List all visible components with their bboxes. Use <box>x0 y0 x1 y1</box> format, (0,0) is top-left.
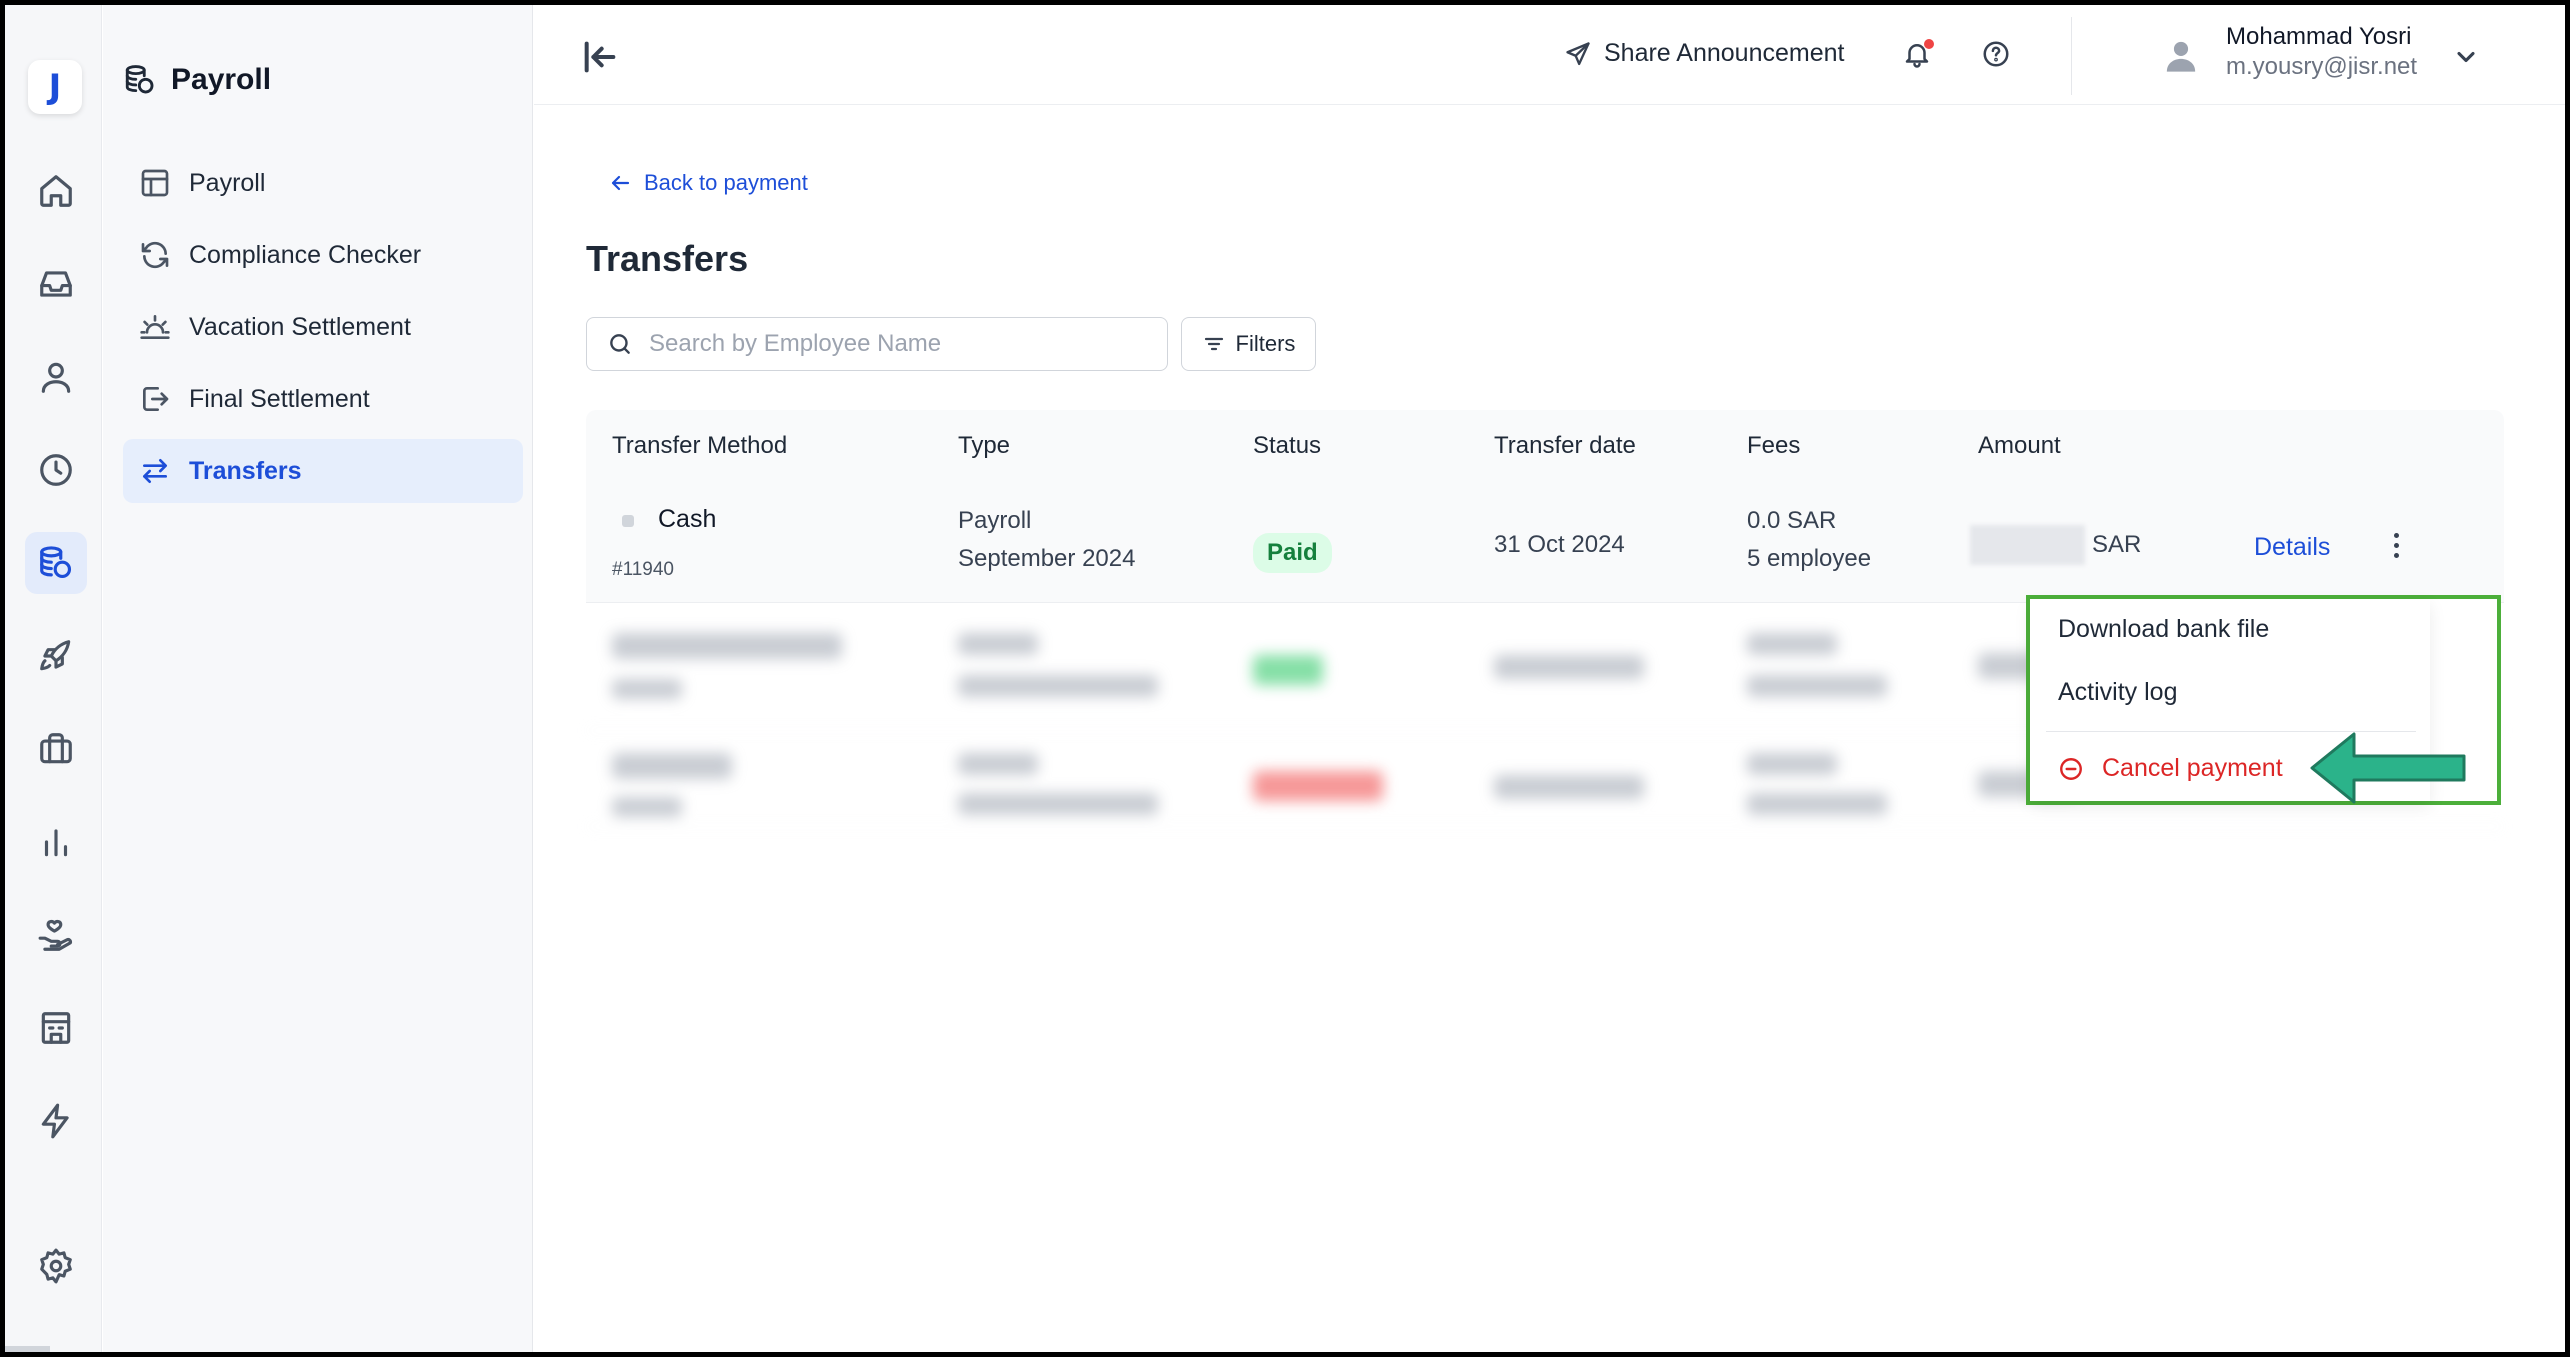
user-email: m.yousry@jisr.net <box>2226 53 2418 80</box>
more-options-button[interactable] <box>2386 527 2406 563</box>
sidebar-item-transfers[interactable]: Transfers <box>123 439 523 503</box>
sidebar-item-label: Compliance Checker <box>189 240 422 269</box>
top-bar: Share Announcement Mohammad Yosri m.yous… <box>534 5 2565 105</box>
sidebar-item-final-settlement[interactable]: Final Settlement <box>123 367 523 431</box>
collapse-left-icon <box>584 41 616 73</box>
sidebar-item-vacation-settlement[interactable]: Vacation Settlement <box>123 295 523 359</box>
logout-icon <box>143 387 169 411</box>
sidebar-item-label: Transfers <box>189 456 302 485</box>
topbar-divider <box>2071 17 2072 95</box>
logo-letter: J <box>48 67 62 107</box>
cash-icon <box>622 515 634 527</box>
chevron-down-icon <box>2457 51 2475 63</box>
arrow-left-icon <box>611 175 630 191</box>
search-input[interactable] <box>649 330 1129 358</box>
back-label: Back to payment <box>644 170 808 195</box>
back-to-payment-link[interactable]: Back to payment <box>608 170 808 196</box>
sunrise-icon <box>140 315 170 339</box>
filter-icon <box>1204 337 1223 351</box>
annotation-arrow-icon <box>2310 732 2466 804</box>
transfer-id: #11940 <box>612 559 674 580</box>
table-row[interactable]: Cash #11940 Payroll September 2024 Paid … <box>586 485 2504 603</box>
payroll-icon <box>125 65 154 94</box>
minus-circle-icon <box>2060 757 2082 780</box>
search-icon <box>610 334 630 354</box>
user-avatar-icon <box>2166 41 2196 72</box>
column-header: Fees <box>1747 432 1801 459</box>
column-header: Transfer date <box>1494 432 1636 459</box>
settings-icon[interactable] <box>25 1235 87 1297</box>
page-title: Transfers <box>586 238 749 279</box>
sidebar-item-label: Vacation Settlement <box>189 312 411 341</box>
type-name: Payroll <box>958 507 1032 534</box>
user-avatar[interactable] <box>2164 39 2198 73</box>
help-button[interactable] <box>1981 39 2013 71</box>
transfer-fees: 0.0 SAR 5 employee <box>1747 507 1871 573</box>
share-announcement-button[interactable]: Share Announcement <box>1564 39 1844 68</box>
bar-chart-icon[interactable] <box>25 811 87 873</box>
home-icon[interactable] <box>25 160 87 222</box>
column-header: Type <box>958 432 1011 459</box>
clock-icon[interactable] <box>25 439 87 501</box>
icon-rail: J <box>5 5 102 1352</box>
hand-heart-icon[interactable] <box>25 904 87 966</box>
table-icon <box>141 169 169 197</box>
fees-employees: 5 employee <box>1747 545 1872 572</box>
sidebar-title: Payroll <box>171 63 272 96</box>
cancel-payment-label: Cancel payment <box>2102 754 2283 782</box>
sidebar-item-label: Final Settlement <box>189 384 370 413</box>
kebab-icon <box>2393 532 2399 538</box>
transfer-date: 31 Oct 2024 <box>1494 531 1625 558</box>
table-header: Transfer Method Type Status Transfer dat… <box>586 410 2504 485</box>
amount-currency: SAR <box>2092 531 2142 558</box>
type-period: September 2024 <box>958 545 1136 572</box>
sidebar-item-payroll[interactable]: Payroll <box>123 151 523 215</box>
sidebar-item-label: Payroll <box>189 168 266 197</box>
inbox-icon[interactable] <box>25 253 87 315</box>
filters-label: Filters <box>1235 331 1296 356</box>
help-circle-icon <box>1983 41 2009 67</box>
app-logo[interactable]: J <box>28 60 82 114</box>
transfer-icon <box>143 459 167 483</box>
menu-item-cancel-payment[interactable]: Cancel payment <box>2058 754 2283 783</box>
share-announcement-label: Share Announcement <box>1604 39 1845 67</box>
menu-item-download-bank-file[interactable]: Download bank file <box>2058 615 2269 644</box>
column-header: Amount <box>1978 432 2061 459</box>
notifications-button[interactable] <box>1902 39 1934 71</box>
details-link[interactable]: Details <box>2254 533 2330 562</box>
filters-button[interactable]: Filters <box>1181 317 1316 371</box>
sidebar-item-compliance-checker[interactable]: Compliance Checker <box>123 223 523 287</box>
payroll-sidebar: Payroll Payroll Compliance Checker Vacat… <box>103 5 533 1352</box>
column-header: Transfer Method <box>612 432 788 459</box>
user-icon[interactable] <box>25 346 87 408</box>
rocket-icon[interactable] <box>25 625 87 687</box>
send-icon <box>1566 41 1590 65</box>
notification-dot <box>1924 39 1934 49</box>
search-field[interactable] <box>586 317 1168 371</box>
refresh-icon <box>141 241 169 269</box>
menu-item-activity-log[interactable]: Activity log <box>2058 678 2177 707</box>
fees-amount: 0.0 SAR <box>1747 507 1837 534</box>
briefcase-icon[interactable] <box>25 718 87 780</box>
status-badge: Paid <box>1253 533 1332 573</box>
column-header: Status <box>1253 432 1322 459</box>
sidebar-header: Payroll <box>123 63 271 97</box>
collapse-sidebar-button[interactable] <box>580 37 620 77</box>
user-menu-toggle[interactable] <box>2452 43 2480 71</box>
rail-scrollbar[interactable] <box>5 1346 50 1352</box>
building-icon[interactable] <box>25 997 87 1059</box>
payroll-icon[interactable] <box>25 532 87 594</box>
transfer-method: Cash <box>658 505 717 533</box>
amount-redacted <box>1970 525 2085 565</box>
transfer-type: Payroll September 2024 <box>958 507 1135 573</box>
user-name: Mohammad Yosri <box>2226 23 2412 50</box>
lightning-icon[interactable] <box>25 1090 87 1152</box>
